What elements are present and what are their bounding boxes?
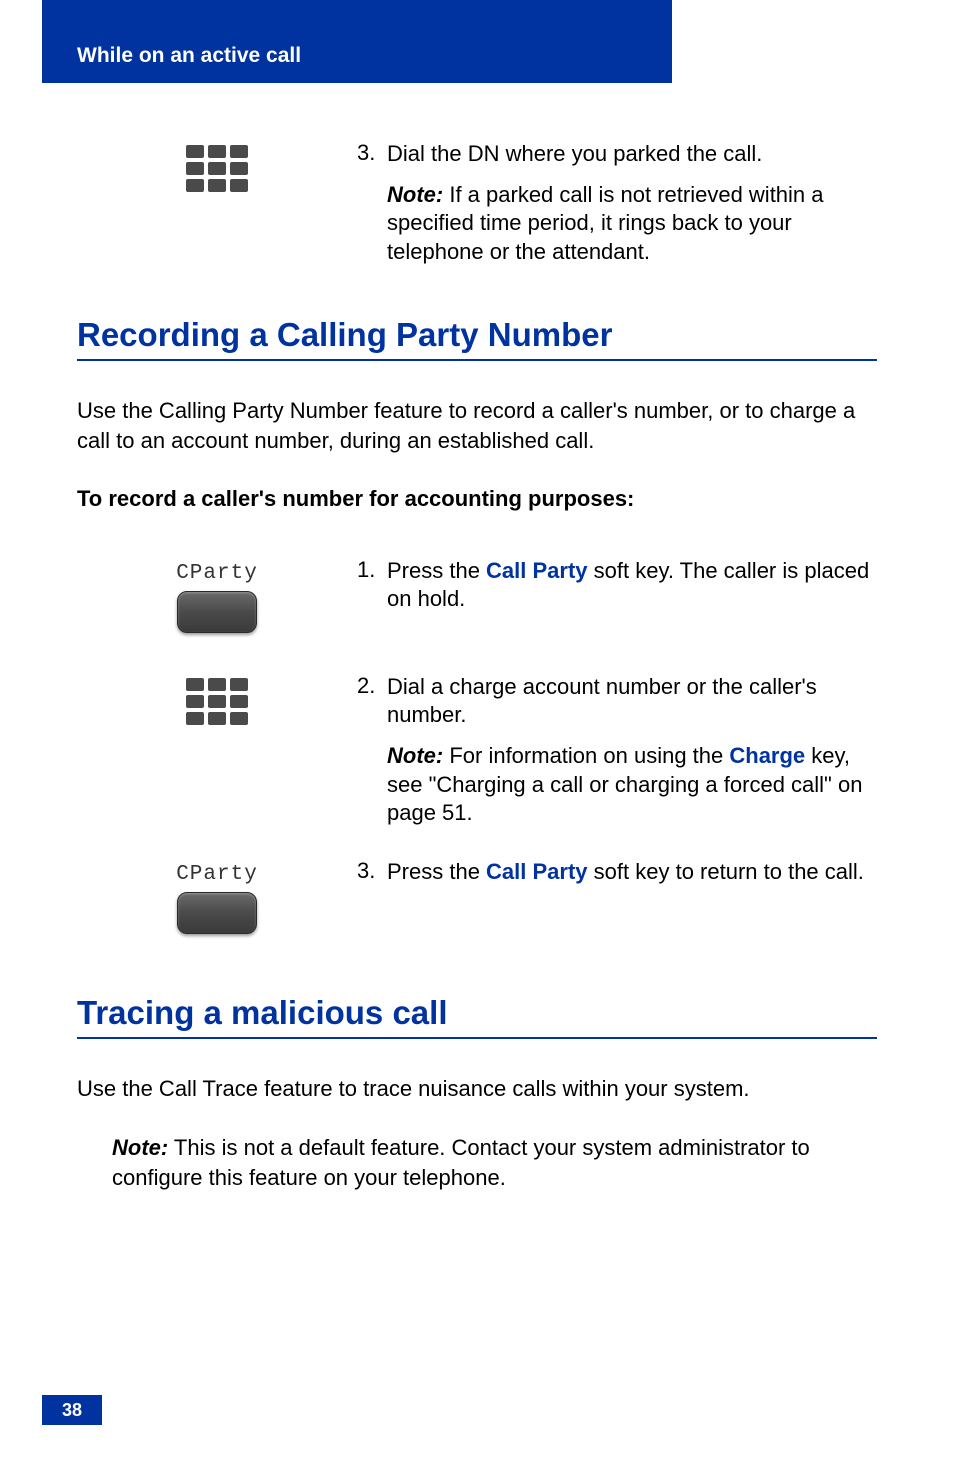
link-call-party: Call Party [486, 859, 588, 884]
text-column: 3. Dial the DN where you parked the call… [357, 140, 877, 266]
step-text: Press the Call Party soft key. The calle… [387, 557, 877, 633]
tracing-note: Note: This is not a default feature. Con… [112, 1133, 877, 1192]
page-number: 38 [42, 1395, 102, 1425]
step-number: 3. [357, 858, 387, 934]
step-number: 3. [357, 140, 387, 266]
step-number: 2. [357, 673, 387, 828]
icon-column: CParty [77, 858, 357, 934]
header-section-title: While on an active call [77, 44, 301, 68]
recording-procedure-title: To record a caller's number for accounti… [77, 486, 877, 512]
parked-step-row: 3. Dial the DN where you parked the call… [77, 140, 877, 266]
tracing-intro: Use the Call Trace feature to trace nuis… [77, 1074, 877, 1104]
keypad-icon [186, 678, 248, 725]
step-note: Note: If a parked call is not retrieved … [387, 181, 877, 267]
step-note: Note: For information on using the Charg… [387, 742, 877, 828]
softkey-label: CParty [176, 863, 258, 886]
heading-tracing: Tracing a malicious call [77, 994, 877, 1039]
recording-intro: Use the Calling Party Number feature to … [77, 396, 877, 455]
heading-recording: Recording a Calling Party Number [77, 316, 877, 361]
text-column: 3. Press the Call Party soft key to retu… [357, 858, 877, 934]
step-number: 1. [357, 557, 387, 633]
step-text: Dial the DN where you parked the call. N… [387, 140, 877, 266]
softkey-cparty-icon: CParty [176, 863, 258, 934]
icon-column: CParty [77, 557, 357, 633]
step-text: Press the Call Party soft key to return … [387, 858, 877, 934]
icon-column [77, 140, 357, 266]
recording-step-1: CParty 1. Press the Call Party soft key.… [77, 557, 877, 633]
link-charge: Charge [729, 743, 805, 768]
recording-step-3: CParty 3. Press the Call Party soft key … [77, 858, 877, 934]
soft-button-icon [177, 591, 257, 633]
softkey-label: CParty [176, 562, 258, 585]
softkey-cparty-icon: CParty [176, 562, 258, 633]
page-content: 3. Dial the DN where you parked the call… [77, 140, 877, 1193]
header-bar: While on an active call [42, 0, 672, 83]
step-text: Dial a charge account number or the call… [387, 673, 877, 828]
text-column: 1. Press the Call Party soft key. The ca… [357, 557, 877, 633]
link-call-party: Call Party [486, 558, 588, 583]
keypad-icon [186, 145, 248, 192]
soft-button-icon [177, 892, 257, 934]
text-column: 2. Dial a charge account number or the c… [357, 673, 877, 828]
icon-column [77, 673, 357, 828]
recording-step-2: 2. Dial a charge account number or the c… [77, 673, 877, 828]
